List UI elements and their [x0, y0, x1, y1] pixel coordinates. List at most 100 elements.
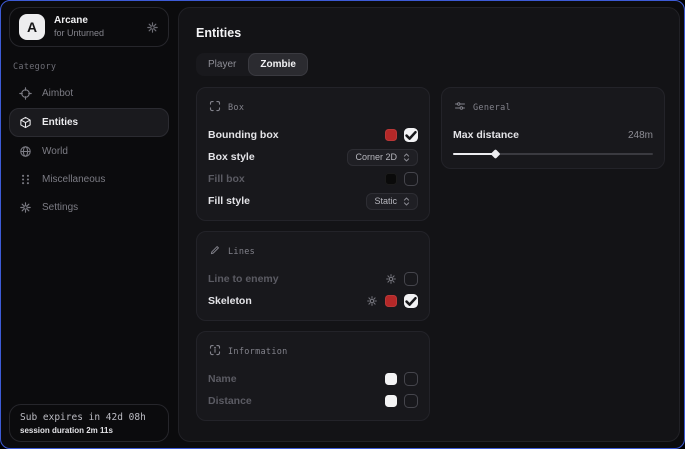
- sidebar-item-label: World: [42, 146, 68, 157]
- sidebar-item-label: Miscellaneous: [42, 174, 105, 185]
- main-panel: Entities Player Zombie Box: [178, 7, 680, 442]
- setting-row-fill-style: Fill style Static: [208, 193, 418, 209]
- max-distance-slider[interactable]: [453, 149, 653, 158]
- row-controls: [385, 394, 418, 408]
- setting-label: Name: [208, 373, 237, 385]
- setting-row-max-distance: Max distance 248m: [453, 127, 653, 143]
- category-label: Category: [13, 62, 165, 72]
- corner-brackets-icon: [209, 99, 221, 117]
- setting-row-distance: Distance: [208, 393, 418, 409]
- sidebar-item-aimbot[interactable]: Aimbot: [9, 80, 169, 107]
- checkbox-unchecked[interactable]: [404, 372, 418, 386]
- check-icon: [404, 128, 418, 142]
- chevrons-up-down-icon: [403, 196, 410, 207]
- left-column: Box Bounding box: [196, 87, 430, 421]
- setting-row-name: Name: [208, 371, 418, 387]
- box-card: Box Bounding box: [196, 87, 430, 221]
- row-controls: Corner 2D: [347, 149, 418, 166]
- setting-row-fill-box: Fill box: [208, 171, 418, 187]
- setting-label: Bounding box: [208, 129, 279, 141]
- lines-card-header: Lines: [209, 243, 418, 261]
- app-subtitle: for Unturned: [54, 28, 104, 39]
- sidebar: A Arcane for Unturned Category Aimbot: [1, 1, 177, 448]
- information-card: Information Name Distance: [196, 331, 430, 421]
- checkbox-unchecked[interactable]: [404, 172, 418, 186]
- slider-value: 248m: [628, 130, 653, 141]
- row-controls: [385, 272, 418, 286]
- card-title: Box: [228, 103, 244, 113]
- right-column: General Max distance 248m: [441, 87, 665, 169]
- setting-label: Line to enemy: [208, 273, 279, 285]
- row-controls: Static: [366, 193, 418, 210]
- card-title: Information: [228, 347, 288, 357]
- tab-player[interactable]: Player: [196, 53, 248, 76]
- setting-label: Max distance: [453, 129, 519, 141]
- sub-expiry-text: Sub expires in 42d 08h: [20, 412, 158, 423]
- app-window: A Arcane for Unturned Category Aimbot: [0, 0, 685, 449]
- box-style-dropdown[interactable]: Corner 2D: [347, 149, 418, 166]
- content-area: Box Bounding box: [196, 87, 665, 421]
- app-title-block: Arcane for Unturned: [54, 15, 104, 39]
- sidebar-item-miscellaneous[interactable]: Miscellaneous: [9, 166, 169, 193]
- app-header-card: A Arcane for Unturned: [9, 7, 169, 47]
- row-controls: [385, 372, 418, 386]
- setting-label: Fill box: [208, 173, 245, 185]
- color-swatch[interactable]: [385, 295, 397, 307]
- card-title: Lines: [228, 247, 255, 257]
- check-icon: [404, 294, 418, 308]
- cube-icon: [19, 116, 32, 129]
- checkbox-unchecked[interactable]: [404, 272, 418, 286]
- gear-icon[interactable]: [366, 295, 378, 307]
- setting-label: Box style: [208, 151, 255, 163]
- slider-fill: [453, 153, 495, 156]
- gear-icon[interactable]: [385, 273, 397, 285]
- slider-thumb[interactable]: [490, 149, 500, 159]
- color-swatch[interactable]: [385, 129, 397, 141]
- crosshair-icon: [19, 87, 32, 100]
- checkbox-checked[interactable]: [404, 128, 418, 142]
- checkbox-unchecked[interactable]: [404, 394, 418, 408]
- sidebar-item-world[interactable]: World: [9, 138, 169, 165]
- gear-icon[interactable]: [146, 21, 159, 34]
- chevrons-up-down-icon: [403, 152, 410, 163]
- general-card: General Max distance 248m: [441, 87, 665, 169]
- page-title: Entities: [196, 26, 665, 40]
- subscription-card: Sub expires in 42d 08h session duration …: [9, 404, 169, 442]
- color-swatch[interactable]: [385, 373, 397, 385]
- information-card-header: Information: [209, 343, 418, 361]
- sidebar-item-label: Aimbot: [42, 88, 73, 99]
- card-title: General: [473, 103, 511, 113]
- app-logo: A: [19, 14, 45, 40]
- session-duration-text: session duration 2m 11s: [20, 426, 158, 435]
- row-controls: [385, 128, 418, 142]
- tab-bar: Player Zombie: [196, 53, 308, 76]
- fill-style-dropdown[interactable]: Static: [366, 193, 418, 210]
- setting-row-skeleton: Skeleton: [208, 293, 418, 309]
- sidebar-item-label: Entities: [42, 117, 78, 128]
- setting-row-box-style: Box style Corner 2D: [208, 149, 418, 165]
- app-name: Arcane: [54, 15, 104, 27]
- setting-label: Distance: [208, 395, 252, 407]
- sidebar-item-label: Settings: [42, 202, 78, 213]
- tab-zombie[interactable]: Zombie: [248, 53, 308, 76]
- color-swatch[interactable]: [385, 173, 397, 185]
- setting-label: Fill style: [208, 195, 250, 207]
- row-controls: [385, 172, 418, 186]
- color-swatch[interactable]: [385, 395, 397, 407]
- lines-card: Lines Line to enemy: [196, 231, 430, 321]
- gear-icon: [19, 201, 32, 214]
- setting-row-line-to-enemy: Line to enemy: [208, 271, 418, 287]
- row-controls: [366, 294, 418, 308]
- sidebar-item-settings[interactable]: Settings: [9, 194, 169, 221]
- globe-icon: [19, 145, 32, 158]
- checkbox-checked[interactable]: [404, 294, 418, 308]
- general-card-header: General: [454, 99, 653, 117]
- setting-row-bounding-box: Bounding box: [208, 127, 418, 143]
- box-card-header: Box: [209, 99, 418, 117]
- pencil-icon: [209, 243, 221, 261]
- dropdown-value: Corner 2D: [355, 152, 397, 162]
- sidebar-item-entities[interactable]: Entities: [9, 108, 169, 137]
- info-brackets-icon: [209, 343, 221, 361]
- setting-label: Skeleton: [208, 295, 252, 307]
- sliders-icon: [454, 99, 466, 117]
